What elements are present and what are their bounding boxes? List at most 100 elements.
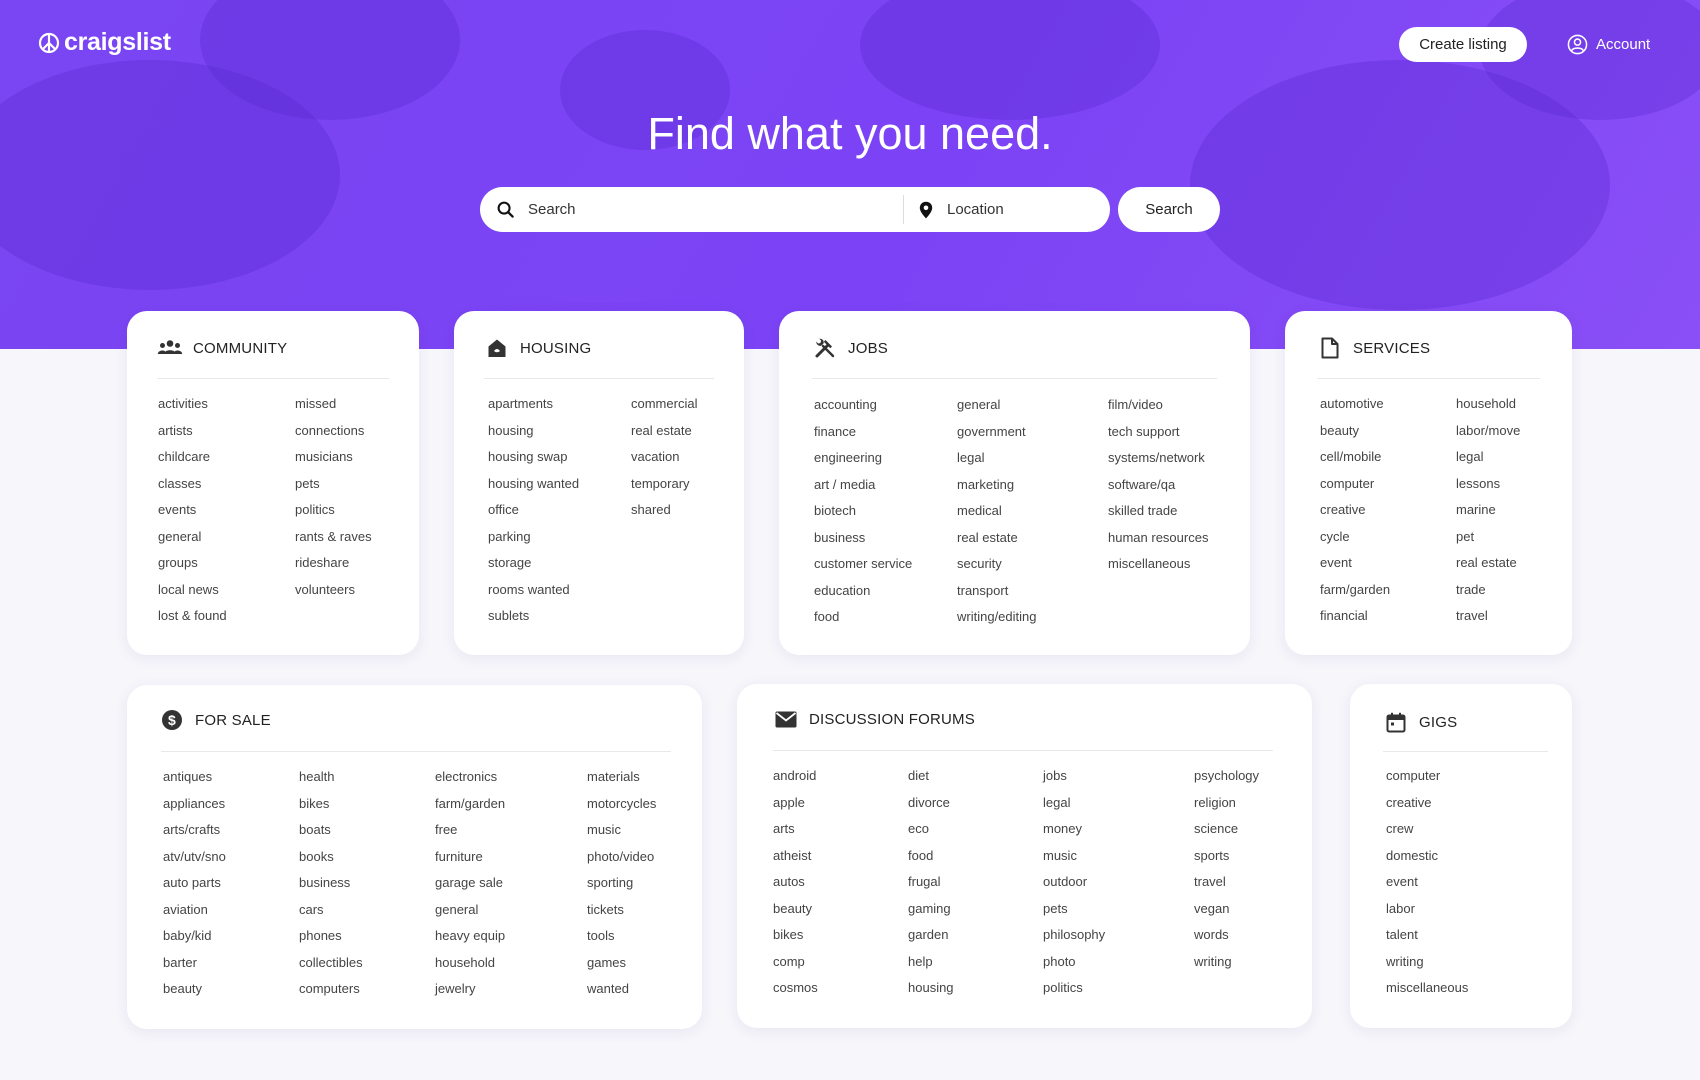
category-link[interactable]: computer [1386,763,1468,790]
category-link[interactable]: rants & raves [295,524,372,551]
category-link[interactable]: labor [1386,896,1468,923]
category-link[interactable]: commercial [631,391,697,418]
category-link[interactable]: music [587,817,656,844]
category-link[interactable]: electronics [435,764,587,791]
category-link[interactable]: events [158,497,295,524]
category-link[interactable]: vegan [1194,896,1259,923]
category-link[interactable]: skilled trade [1108,498,1208,525]
category-link[interactable]: collectibles [299,950,435,977]
category-link[interactable]: sports [1194,843,1259,870]
category-link[interactable]: groups [158,550,295,577]
category-link[interactable]: financial [1320,603,1456,630]
category-link[interactable]: software/qa [1108,472,1208,499]
category-link[interactable]: psychology [1194,763,1259,790]
category-link[interactable]: games [587,950,656,977]
category-link[interactable]: office [488,497,631,524]
category-link[interactable]: cycle [1320,524,1456,551]
create-listing-button[interactable]: Create listing [1399,27,1527,62]
category-link[interactable]: beauty [773,896,908,923]
search-button[interactable]: Search [1118,187,1220,232]
category-link[interactable]: engineering [814,445,957,472]
category-link[interactable]: temporary [631,471,697,498]
category-link[interactable]: cell/mobile [1320,444,1456,471]
category-link[interactable]: event [1320,550,1456,577]
category-link[interactable]: customer service [814,551,957,578]
category-link[interactable]: classes [158,471,295,498]
category-link[interactable]: computer [1320,471,1456,498]
category-link[interactable]: writing/editing [957,604,1108,631]
category-link[interactable]: housing swap [488,444,631,471]
category-link[interactable]: heavy equip [435,923,587,950]
category-link[interactable]: cosmos [773,975,908,1002]
category-link[interactable]: aviation [163,897,299,924]
category-link[interactable]: food [814,604,957,631]
category-link[interactable]: baby/kid [163,923,299,950]
category-link[interactable]: science [1194,816,1259,843]
category-link[interactable]: jewelry [435,976,587,1003]
category-link[interactable]: security [957,551,1108,578]
card-header[interactable]: SERVICES [1317,337,1430,359]
category-link[interactable]: divorce [908,790,1043,817]
card-header[interactable]: COMMUNITY [157,337,287,359]
location-input[interactable]: Location [904,187,1110,232]
category-link[interactable]: lost & found [158,603,295,630]
category-link[interactable]: creative [1386,790,1468,817]
category-link[interactable]: eco [908,816,1043,843]
category-link[interactable]: cars [299,897,435,924]
category-link[interactable]: photo [1043,949,1194,976]
category-link[interactable]: housing [488,418,631,445]
category-link[interactable]: housing wanted [488,471,631,498]
category-link[interactable]: arts/crafts [163,817,299,844]
category-link[interactable]: pet [1456,524,1520,551]
category-link[interactable]: garden [908,922,1043,949]
category-link[interactable]: frugal [908,869,1043,896]
category-link[interactable]: rooms wanted [488,577,631,604]
category-link[interactable]: marketing [957,472,1108,499]
category-link[interactable]: writing [1386,949,1468,976]
category-link[interactable]: tickets [587,897,656,924]
category-link[interactable]: activities [158,391,295,418]
category-link[interactable]: real estate [631,418,697,445]
category-link[interactable]: film/video [1108,392,1208,419]
category-link[interactable]: government [957,419,1108,446]
category-link[interactable]: auto parts [163,870,299,897]
card-header[interactable]: JOBS [812,337,888,359]
category-link[interactable]: boats [299,817,435,844]
category-link[interactable]: medical [957,498,1108,525]
category-link[interactable]: marine [1456,497,1520,524]
category-link[interactable]: tech support [1108,419,1208,446]
category-link[interactable]: creative [1320,497,1456,524]
category-link[interactable]: beauty [1320,418,1456,445]
category-link[interactable]: connections [295,418,372,445]
category-link[interactable]: finance [814,419,957,446]
category-link[interactable]: legal [1043,790,1194,817]
category-link[interactable]: pets [1043,896,1194,923]
category-link[interactable]: miscellaneous [1108,551,1208,578]
category-link[interactable]: real estate [1456,550,1520,577]
category-link[interactable]: phones [299,923,435,950]
category-link[interactable]: general [435,897,587,924]
category-link[interactable]: artists [158,418,295,445]
category-link[interactable]: photo/video [587,844,656,871]
category-link[interactable]: education [814,578,957,605]
category-link[interactable]: travel [1456,603,1520,630]
category-link[interactable]: bikes [773,922,908,949]
category-link[interactable]: labor/move [1456,418,1520,445]
category-link[interactable]: rideshare [295,550,372,577]
category-link[interactable]: business [299,870,435,897]
category-link[interactable]: local news [158,577,295,604]
category-link[interactable]: diet [908,763,1043,790]
category-link[interactable]: travel [1194,869,1259,896]
category-link[interactable]: free [435,817,587,844]
category-link[interactable]: legal [957,445,1108,472]
category-link[interactable]: art / media [814,472,957,499]
category-link[interactable]: general [158,524,295,551]
category-link[interactable]: tools [587,923,656,950]
category-link[interactable]: household [1456,391,1520,418]
category-link[interactable]: volunteers [295,577,372,604]
category-link[interactable]: philosophy [1043,922,1194,949]
category-link[interactable]: words [1194,922,1259,949]
category-link[interactable]: transport [957,578,1108,605]
category-link[interactable]: comp [773,949,908,976]
category-link[interactable]: biotech [814,498,957,525]
